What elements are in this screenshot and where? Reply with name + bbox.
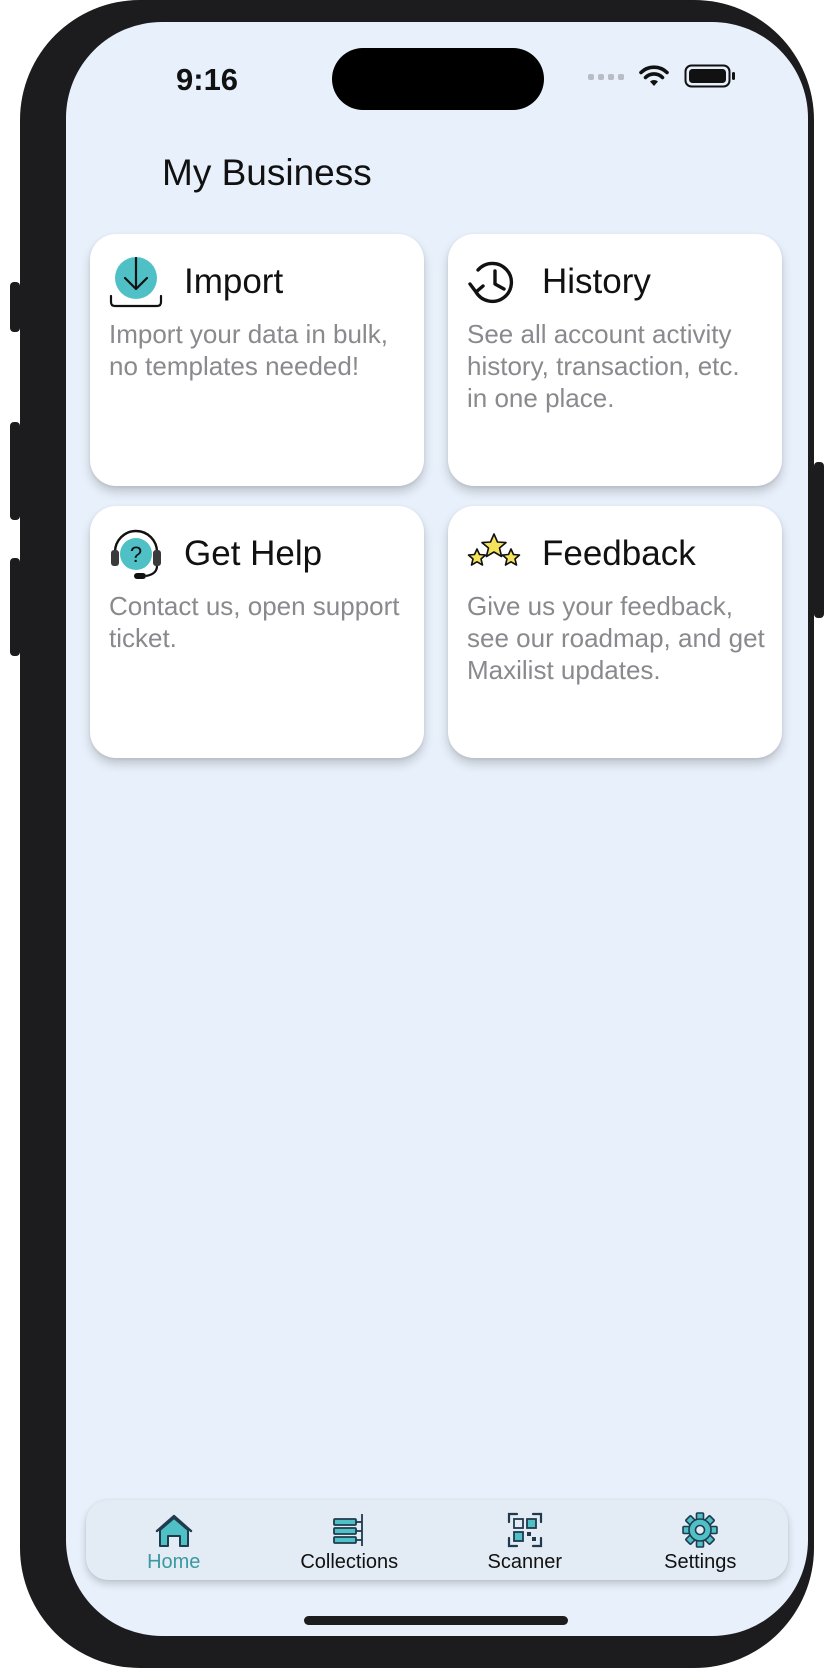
home-indicator[interactable] bbox=[304, 1616, 568, 1625]
status-time: 9:16 bbox=[176, 62, 239, 97]
tab-settings[interactable]: Settings bbox=[613, 1500, 789, 1580]
tab-collections-label: Collections bbox=[300, 1551, 399, 1573]
home-icon bbox=[155, 1514, 192, 1547]
import-description: Import your data in bulk, no templates n… bbox=[109, 319, 388, 381]
feedback-title: Feedback bbox=[542, 534, 696, 573]
import-card[interactable]: Import Import your data in bulk, no temp… bbox=[90, 234, 424, 486]
history-clock-icon bbox=[468, 261, 514, 304]
tab-collections[interactable]: Collections bbox=[262, 1500, 438, 1580]
gear-icon bbox=[682, 1512, 719, 1548]
volume-down-button bbox=[10, 558, 20, 656]
status-icons bbox=[588, 64, 736, 88]
stars-icon bbox=[467, 533, 521, 566]
phone-frame: 9:16 My Business Import Import your data… bbox=[10, 0, 824, 1668]
tab-scanner-label: Scanner bbox=[487, 1551, 563, 1573]
svg-text:?: ? bbox=[130, 542, 142, 567]
feedback-description: Give us your feedback, see our roadmap, … bbox=[467, 591, 765, 685]
page-title: My Business bbox=[162, 152, 372, 193]
screen: 9:16 My Business Import Import your data… bbox=[66, 22, 808, 1636]
download-icon bbox=[109, 256, 163, 308]
tab-bar: Home Collections Scanner Settings bbox=[86, 1500, 788, 1580]
tab-settings-label: Settings bbox=[664, 1551, 737, 1573]
power-button bbox=[814, 462, 824, 618]
action-button bbox=[10, 282, 20, 332]
get-help-title: Get Help bbox=[184, 534, 323, 573]
volume-up-button bbox=[10, 422, 20, 520]
history-title: History bbox=[542, 262, 651, 301]
cellular-signal-icon bbox=[588, 74, 624, 80]
get-help-card[interactable]: ? Get Help Contact us, open support tick… bbox=[90, 506, 424, 758]
feedback-card[interactable]: Feedback Give us your feedback, see our … bbox=[448, 506, 782, 758]
headset-help-icon: ? bbox=[111, 529, 161, 579]
history-card[interactable]: History See all account activity history… bbox=[448, 234, 782, 486]
dynamic-island bbox=[332, 48, 544, 110]
tab-home-label: Home bbox=[147, 1551, 201, 1573]
history-description: See all account activity history, transa… bbox=[467, 319, 740, 413]
get-help-description: Contact us, open support ticket. bbox=[109, 591, 400, 653]
import-title: Import bbox=[184, 262, 284, 301]
tab-scanner[interactable]: Scanner bbox=[437, 1500, 613, 1580]
qr-scanner-icon bbox=[507, 1512, 542, 1548]
tab-home[interactable]: Home bbox=[86, 1500, 262, 1580]
battery-icon bbox=[684, 64, 735, 88]
collections-icon bbox=[333, 1514, 364, 1546]
wifi-icon bbox=[639, 65, 669, 86]
